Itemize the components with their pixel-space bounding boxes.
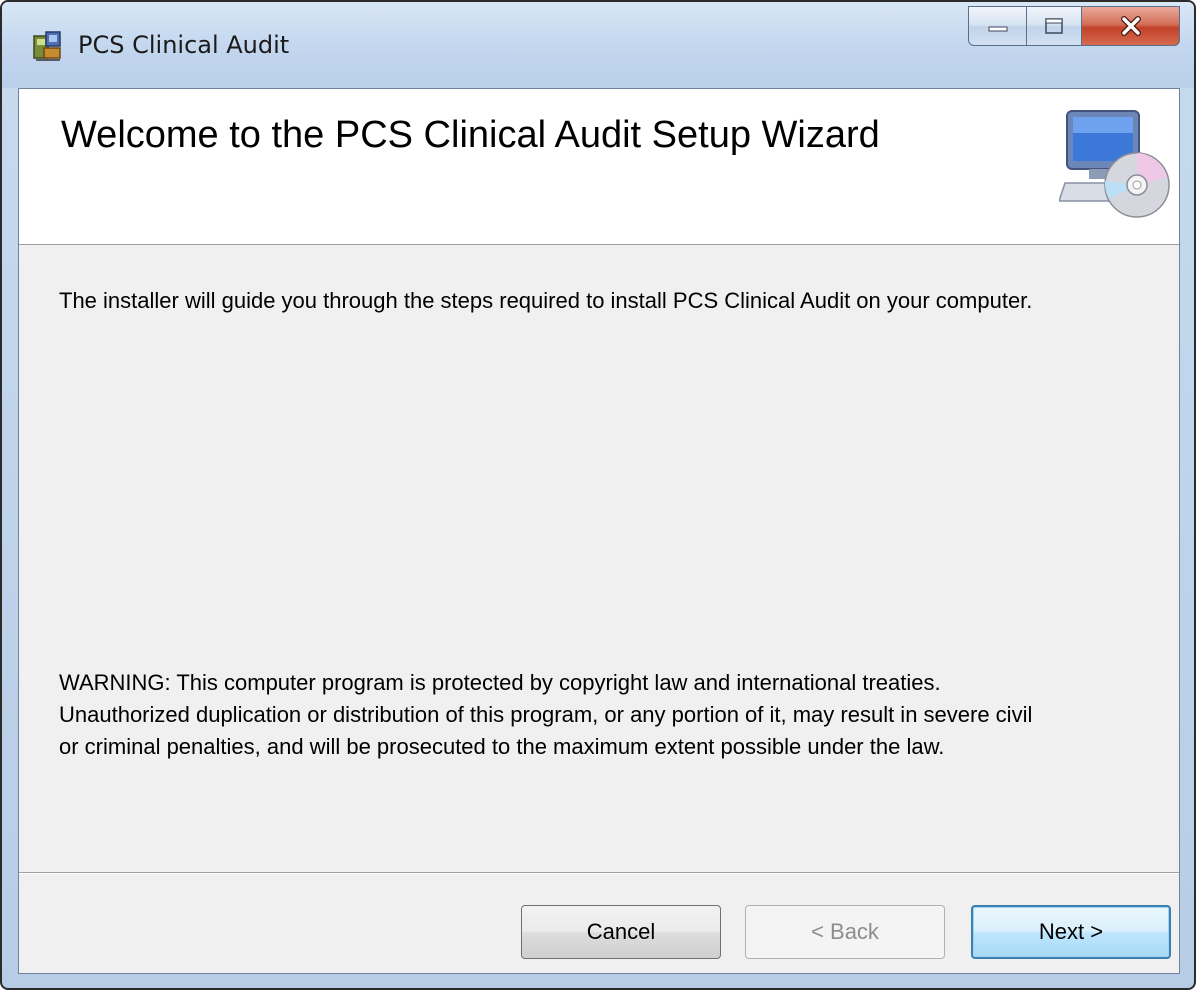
installer-window: PCS Clinical Audit Welcome to the PCS Cl… bbox=[0, 0, 1196, 990]
minimize-icon bbox=[988, 26, 1007, 32]
next-button[interactable]: Next > bbox=[971, 905, 1171, 959]
title-bar[interactable]: PCS Clinical Audit bbox=[2, 2, 1194, 88]
minimize-button[interactable] bbox=[968, 6, 1026, 46]
warning-line: Unauthorized duplication or distribution… bbox=[59, 702, 1033, 727]
close-icon bbox=[1120, 16, 1141, 36]
warning-line: WARNING: This computer program is protec… bbox=[59, 670, 941, 695]
cancel-button[interactable]: Cancel bbox=[521, 905, 721, 959]
maximize-icon bbox=[1045, 18, 1063, 34]
intro-text: The installer will guide you through the… bbox=[59, 288, 1033, 313]
computer-with-disc-icon bbox=[1059, 110, 1170, 218]
warning-line: or criminal penalties, and will be prose… bbox=[59, 734, 945, 759]
installer-app-icon bbox=[33, 31, 61, 61]
window-title: PCS Clinical Audit bbox=[78, 31, 290, 59]
wizard-client-area: Welcome to the PCS Clinical Audit Setup … bbox=[18, 88, 1180, 974]
wizard-banner: Welcome to the PCS Clinical Audit Setup … bbox=[19, 89, 1179, 245]
copyright-warning: WARNING: This computer program is protec… bbox=[59, 667, 1165, 763]
wizard-title: Welcome to the PCS Clinical Audit Setup … bbox=[61, 114, 880, 156]
close-button[interactable] bbox=[1082, 6, 1180, 46]
maximize-button[interactable] bbox=[1026, 6, 1082, 46]
window-controls bbox=[968, 6, 1180, 48]
back-button[interactable]: < Back bbox=[745, 905, 945, 959]
button-area-divider bbox=[19, 872, 1179, 874]
